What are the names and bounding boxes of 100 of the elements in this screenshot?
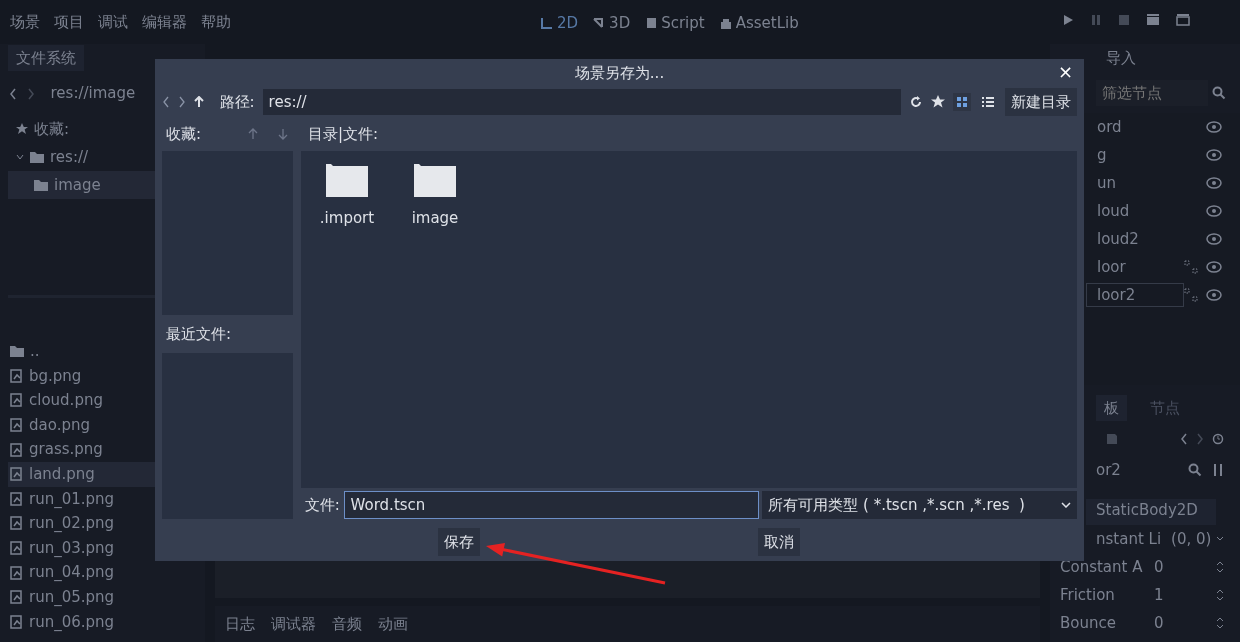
chevron-down-icon[interactable] (16, 153, 24, 161)
file-name-label: 文件: (304, 494, 340, 516)
tree-item[interactable]: res:// (8, 143, 197, 171)
menu-item[interactable]: 项目 (54, 10, 84, 34)
scene-node[interactable]: ord (1086, 114, 1198, 140)
workspace-tab[interactable]: Script (644, 12, 705, 35)
scene-node[interactable]: loud2 (1086, 226, 1198, 252)
folder-icon (30, 151, 44, 163)
save-button[interactable]: 保存 (438, 528, 480, 556)
scene-node[interactable]: loor2 (1086, 282, 1184, 308)
eye-icon[interactable] (1206, 205, 1222, 217)
scene-node[interactable]: loor (1086, 254, 1184, 280)
eye-icon[interactable] (1206, 121, 1222, 133)
file-item[interactable]: run_04.png (8, 560, 197, 585)
folder-name[interactable]: image (411, 207, 459, 230)
grid-view-button[interactable] (953, 93, 971, 111)
menu-item[interactable]: 编辑器 (142, 10, 187, 34)
property-label: Bounce (1060, 612, 1117, 634)
new-folder-button[interactable]: 新建目录 (1005, 88, 1077, 116)
path-label: 路径: (219, 91, 255, 113)
menu-item[interactable]: 帮助 (201, 10, 231, 34)
search-icon[interactable] (1188, 463, 1202, 477)
grid-icon (955, 95, 969, 109)
image-file-icon (10, 590, 23, 605)
dock-tab[interactable]: 导入 (1098, 44, 1144, 72)
chevron-down-icon (1061, 502, 1071, 508)
recent-label: 最近文件: (165, 323, 233, 345)
file-item[interactable]: run_01.png (8, 486, 197, 512)
folder-icon (414, 163, 456, 197)
menu-item[interactable]: 调试 (98, 10, 128, 34)
bottom-panel-tab[interactable]: 调试器 (271, 612, 316, 636)
file-item[interactable]: grass.png (8, 437, 197, 462)
path-field[interactable]: res:// (262, 89, 901, 115)
history-icon[interactable] (1212, 433, 1224, 445)
file-item[interactable]: dao.png (8, 412, 197, 438)
file-type-select[interactable]: 所有可用类型 ( *.tscn ,*.scn ,*.res ) (762, 491, 1077, 519)
star-icon[interactable] (931, 95, 945, 109)
move-down-icon[interactable] (278, 128, 288, 140)
image-file-icon (10, 516, 23, 531)
dock-tab[interactable]: 文件系统 (8, 44, 84, 72)
folder-icon (10, 345, 24, 358)
file-item[interactable]: run_06.png (8, 609, 197, 635)
property-value[interactable]: 1 (1154, 583, 1216, 607)
scene-node[interactable]: loud (1086, 198, 1198, 224)
menu-item[interactable]: 场景 (10, 10, 40, 34)
folder-icon (326, 163, 368, 197)
move-up-icon[interactable] (248, 128, 258, 140)
filter-field[interactable]: 筛选节点 (1096, 79, 1208, 106)
dialog-title: 场景另存为... (574, 62, 665, 84)
dock-tab[interactable]: 板 (1096, 394, 1127, 422)
property-label: nstant Li (1096, 528, 1162, 550)
eye-icon[interactable] (1206, 149, 1222, 161)
workspace-tab[interactable]: 3D (592, 12, 631, 35)
scene-node[interactable]: un (1086, 170, 1198, 196)
refresh-icon[interactable] (909, 95, 923, 109)
spinner-icon[interactable] (1216, 561, 1224, 573)
property-value[interactable]: (0, 0) (1171, 527, 1216, 551)
play-icon[interactable] (1062, 14, 1074, 26)
back-icon[interactable] (1180, 433, 1188, 445)
image-file-icon (10, 565, 23, 580)
image-file-icon (10, 541, 23, 556)
bottom-panel-tab[interactable]: 日志 (225, 612, 255, 636)
files-label: 目录|文件: (308, 123, 379, 145)
eye-icon[interactable] (1206, 261, 1222, 273)
spinner-icon[interactable] (1216, 617, 1224, 629)
bottom-panel-tab[interactable]: 音频 (332, 612, 362, 636)
property-value[interactable]: 0 (1154, 611, 1216, 635)
property-label: Constant A (1060, 556, 1144, 578)
back-icon[interactable] (8, 86, 18, 101)
chevron-down-icon[interactable] (1216, 536, 1224, 542)
image-file-icon (10, 442, 23, 457)
workspace-tab[interactable]: 2D (540, 12, 579, 35)
scene-node[interactable]: g (1086, 142, 1198, 168)
forward-icon[interactable] (178, 96, 186, 108)
search-icon (1212, 85, 1226, 100)
image-file-icon (10, 491, 23, 506)
image-file-icon (10, 467, 23, 482)
workspace-tab[interactable]: AssetLib (718, 12, 799, 35)
twod-icon (540, 16, 554, 31)
image-file-icon (10, 418, 23, 433)
eye-icon[interactable] (1206, 233, 1222, 245)
assetlib-icon (718, 16, 733, 31)
spinner-icon[interactable] (1216, 589, 1224, 601)
file-name-field[interactable]: Word.tscn (343, 491, 759, 519)
file-item[interactable]: run_02.png (8, 511, 197, 536)
file-item[interactable]: cloud.png (8, 388, 197, 413)
file-item[interactable]: run_03.png (8, 535, 197, 561)
script-icon (644, 16, 659, 31)
back-icon[interactable] (162, 96, 170, 108)
file-item[interactable]: bg.png (8, 363, 197, 389)
eye-icon[interactable] (1206, 177, 1222, 189)
folder-name[interactable]: .import (319, 207, 375, 230)
bottom-panel-tab[interactable]: 动画 (378, 612, 408, 636)
property-value[interactable]: 0 (1154, 555, 1216, 579)
close-button[interactable]: × (1057, 62, 1073, 82)
up-arrow-icon[interactable] (194, 96, 204, 108)
file-item[interactable]: run_05.png (8, 584, 197, 610)
cancel-button[interactable]: 取消 (758, 528, 800, 556)
eye-icon[interactable] (1206, 289, 1222, 301)
path-field[interactable]: res://image (50, 82, 136, 105)
